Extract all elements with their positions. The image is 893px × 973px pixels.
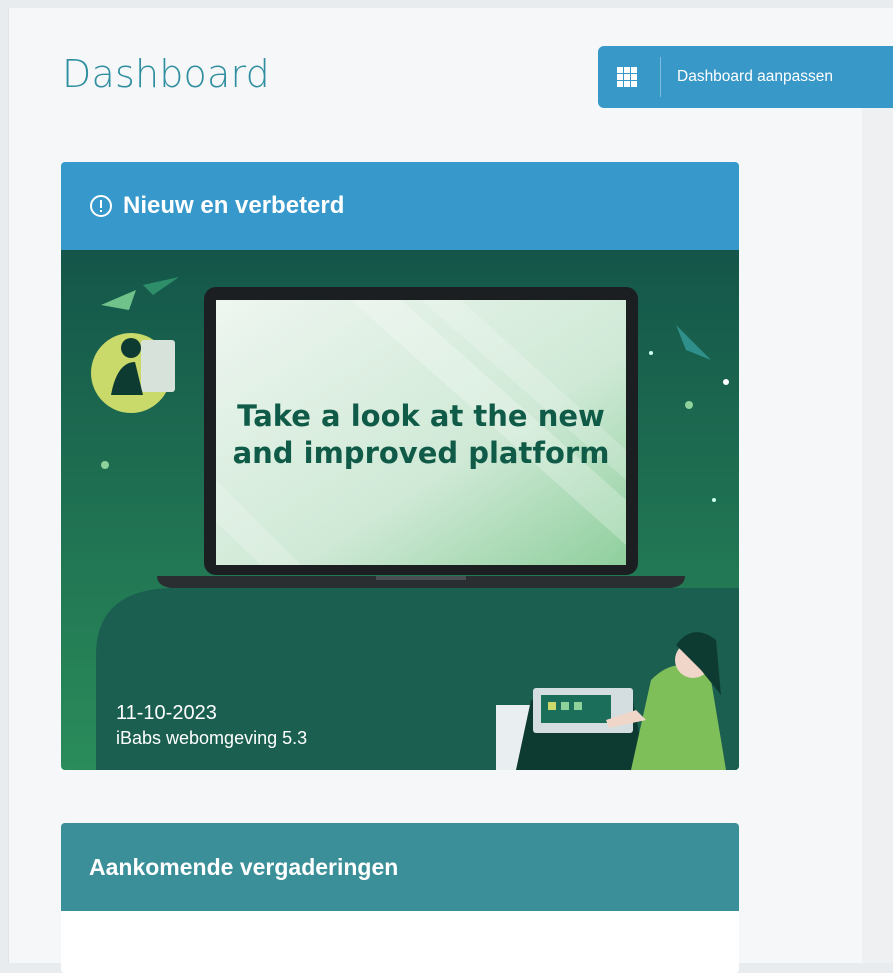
upcoming-meetings-card: Aankomende vergaderingen (61, 823, 739, 973)
upcoming-meetings-body (61, 911, 739, 973)
page-title: Dashboard (62, 52, 270, 96)
release-banner[interactable]: Take a look at the new and improved plat… (61, 250, 739, 770)
banner-illustration (61, 250, 739, 770)
release-date: 11-10-2023 (116, 702, 217, 724)
news-card: Nieuw en verbeterd Take a look at the ne… (61, 162, 739, 770)
info-icon (90, 195, 112, 217)
grid-icon (617, 67, 637, 87)
upcoming-meetings-header: Aankomende vergaderingen (61, 823, 739, 911)
customize-dashboard-button[interactable]: Dashboard aanpassen (598, 46, 893, 108)
release-name: iBabs webomgeving 5.3 (116, 728, 308, 748)
headline-line-2: and improved platform (232, 435, 610, 470)
news-card-header: Nieuw en verbeterd (61, 162, 739, 250)
banner-headline: Take a look at the new and improved plat… (211, 398, 631, 472)
button-separator (660, 57, 661, 97)
right-column-strip (862, 100, 893, 963)
upcoming-meetings-title: Aankomende vergaderingen (89, 853, 399, 880)
news-card-title: Nieuw en verbeterd (123, 192, 345, 219)
headline-line-1: Take a look at the new (237, 399, 605, 433)
customize-dashboard-label: Dashboard aanpassen (677, 68, 833, 85)
